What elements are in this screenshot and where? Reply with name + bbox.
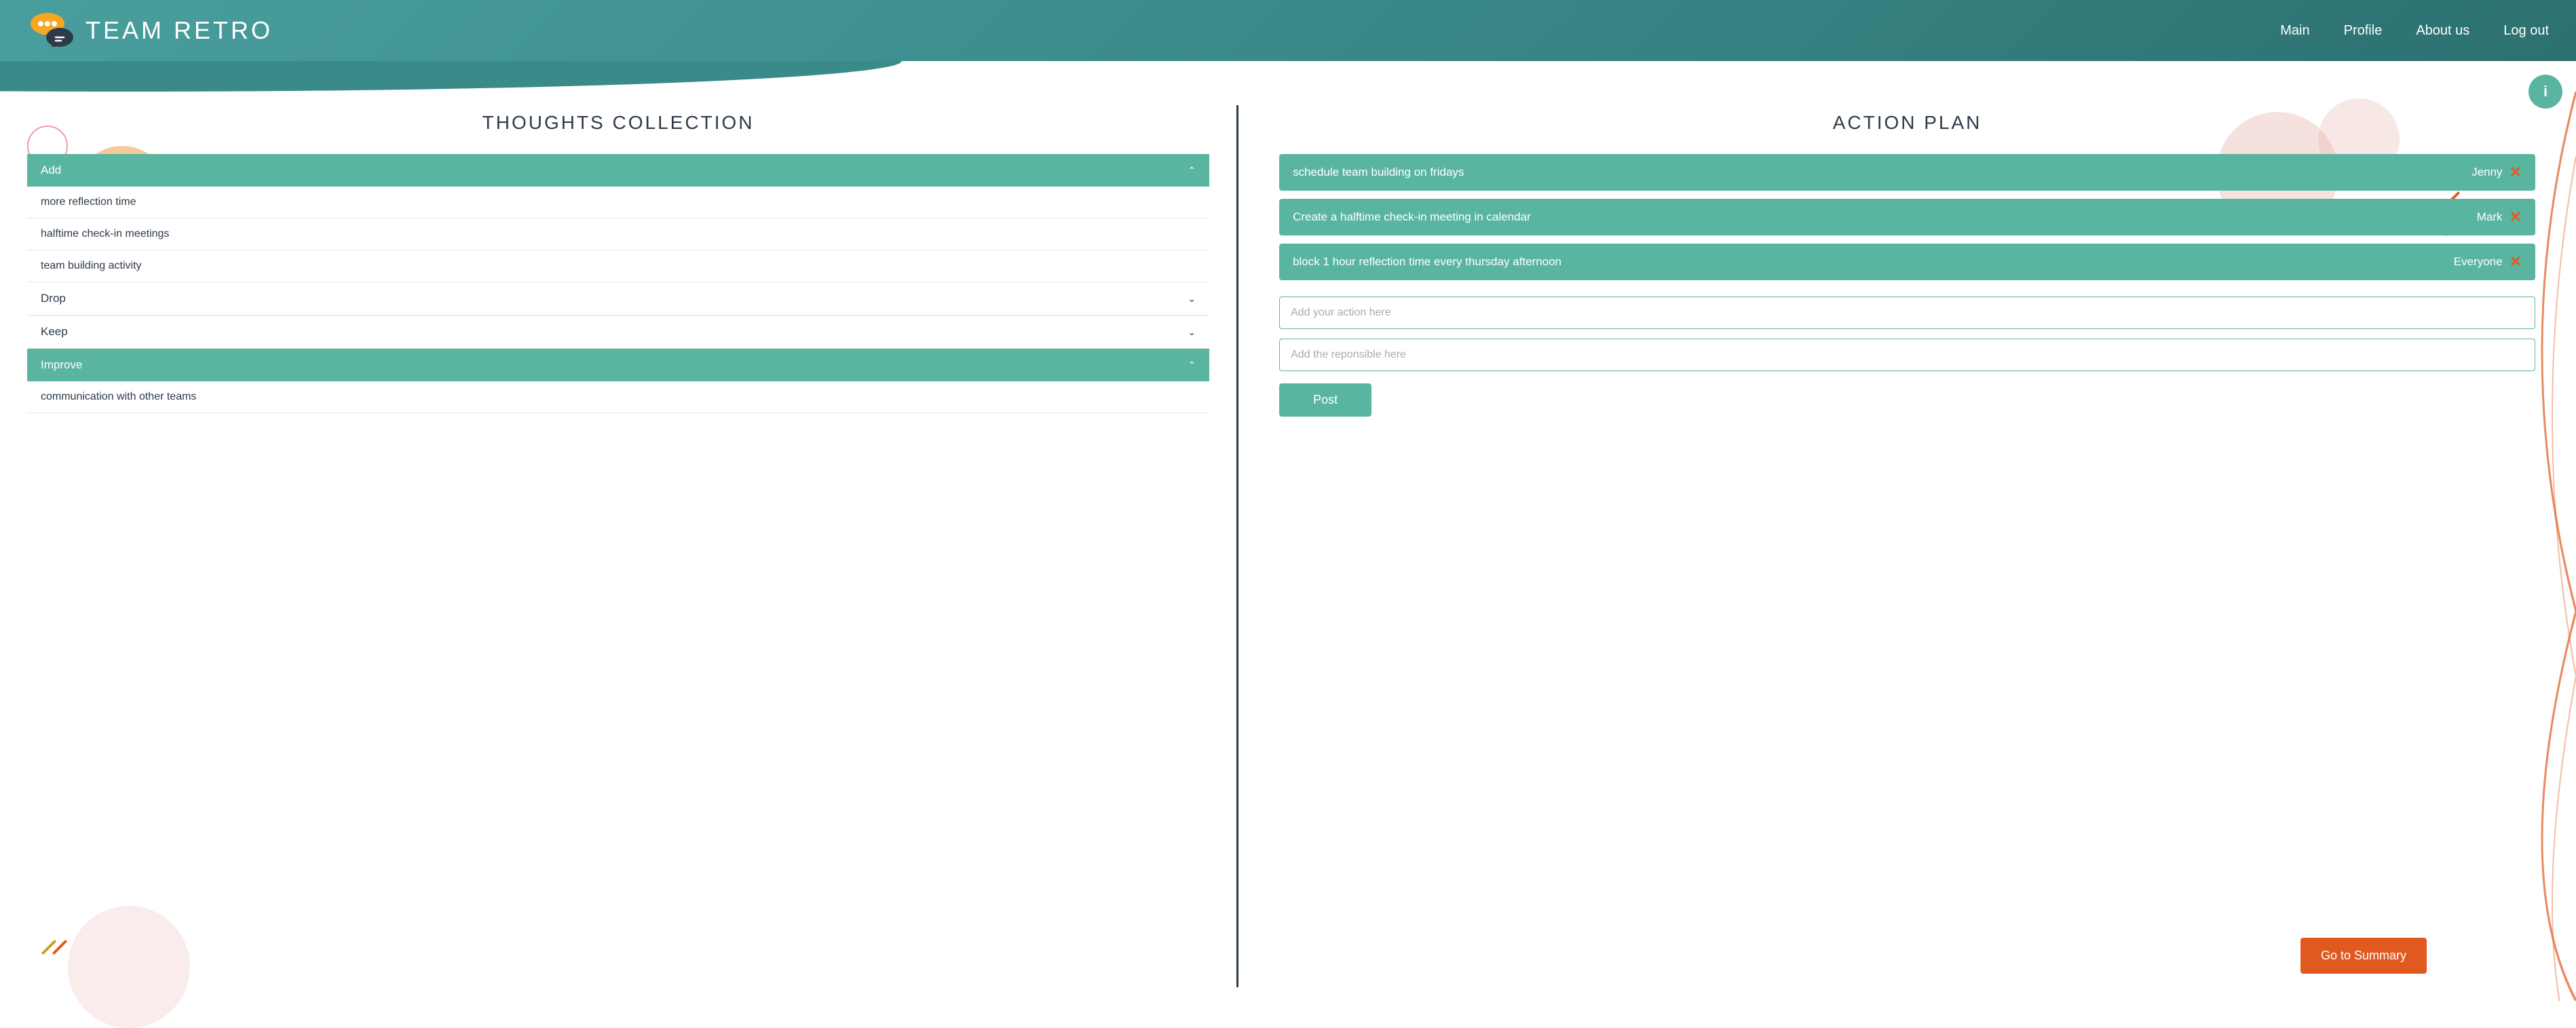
accordion-improve-content: communication with other teams <box>27 381 1209 413</box>
action-close-3[interactable]: ✕ <box>2509 253 2522 271</box>
accordion-keep-label: Keep <box>41 325 68 339</box>
logo-icon <box>27 10 75 51</box>
info-button[interactable]: i <box>2528 75 2562 109</box>
thoughts-panel: THOUGHTS COLLECTION Add ⌃ more reflectio… <box>0 92 1236 1001</box>
action-text-3: block 1 hour reflection time every thurs… <box>1293 255 2454 269</box>
goto-summary-button[interactable]: Go to Summary <box>2300 938 2427 974</box>
action-item-2: Create a halftime check-in meeting in ca… <box>1279 199 2535 235</box>
action-close-2[interactable]: ✕ <box>2509 208 2522 226</box>
accordion-add: Add ⌃ more reflection time halftime chec… <box>27 154 1209 282</box>
action-person-3: Everyone <box>2454 255 2503 269</box>
accordion-keep-header[interactable]: Keep ⌄ <box>27 316 1209 349</box>
action-inputs <box>1279 297 2535 381</box>
nav-about[interactable]: About us <box>2416 23 2469 39</box>
action-person-1: Jenny <box>2471 166 2502 179</box>
nav-main[interactable]: Main <box>2280 23 2309 39</box>
action-plan-title: ACTION PLAN <box>1279 112 2535 134</box>
action-text-2: Create a halftime check-in meeting in ca… <box>1293 210 2477 224</box>
action-person-2: Mark <box>2477 210 2503 224</box>
thoughts-title: THOUGHTS COLLECTION <box>27 112 1209 134</box>
list-item: communication with other teams <box>27 381 1209 413</box>
accordion-drop: Drop ⌄ <box>27 282 1209 316</box>
nav-links: Main Profile About us Log out <box>2280 23 2549 39</box>
nav-logout[interactable]: Log out <box>2503 23 2549 39</box>
main-content: THOUGHTS COLLECTION Add ⌃ more reflectio… <box>0 92 2576 1001</box>
accordion-drop-chevron: ⌄ <box>1188 293 1196 305</box>
accordion-improve-label: Improve <box>41 358 82 372</box>
app-title: TEAM RETRO <box>86 16 273 45</box>
header: TEAM RETRO Main Profile About us Log out <box>0 0 2576 61</box>
accordion-add-content: more reflection time halftime check-in m… <box>27 187 1209 282</box>
responsible-input[interactable] <box>1279 339 2535 371</box>
accordion-improve: Improve ⌃ communication with other teams <box>27 349 1209 413</box>
list-item: halftime check-in meetings <box>27 218 1209 250</box>
action-item-1: schedule team building on fridays Jenny … <box>1279 154 2535 191</box>
list-item: team building activity <box>27 250 1209 282</box>
action-text-1: schedule team building on fridays <box>1293 166 2471 179</box>
info-icon: i <box>2543 83 2547 100</box>
accordion-drop-label: Drop <box>41 292 66 305</box>
accordion-drop-header[interactable]: Drop ⌄ <box>27 282 1209 316</box>
action-close-1[interactable]: ✕ <box>2509 164 2522 181</box>
nav-profile[interactable]: Profile <box>2344 23 2383 39</box>
logo-area: TEAM RETRO <box>27 10 273 51</box>
action-item-3: block 1 hour reflection time every thurs… <box>1279 244 2535 280</box>
accordion-add-label: Add <box>41 164 61 177</box>
accordion-improve-chevron: ⌃ <box>1188 360 1196 371</box>
accordion-improve-header[interactable]: Improve ⌃ <box>27 349 1209 381</box>
accordion-add-chevron: ⌃ <box>1188 165 1196 176</box>
post-button[interactable]: Post <box>1279 383 1371 417</box>
list-item: more reflection time <box>27 187 1209 218</box>
accordion-keep-chevron: ⌄ <box>1188 326 1196 338</box>
accordion-add-header[interactable]: Add ⌃ <box>27 154 1209 187</box>
action-input[interactable] <box>1279 297 2535 329</box>
action-plan-panel: ACTION PLAN schedule team building on fr… <box>1238 92 2576 1001</box>
header-wave <box>0 61 2576 92</box>
accordion-keep: Keep ⌄ <box>27 316 1209 349</box>
